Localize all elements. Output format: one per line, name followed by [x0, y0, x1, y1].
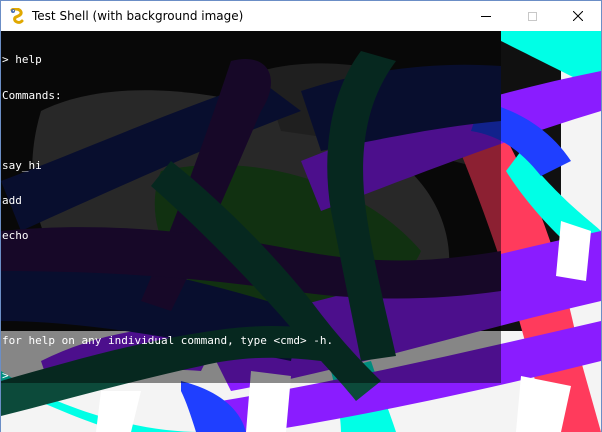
console-line: > help: [2, 53, 42, 67]
shell-client-area[interactable]: > help Commands: say_hi add echo for hel…: [1, 31, 601, 432]
shell-window: Test Shell (with background image) > hel…: [0, 0, 602, 432]
maximize-button[interactable]: [509, 1, 555, 31]
minimize-button[interactable]: [463, 1, 509, 31]
console-line: Commands:: [2, 88, 62, 102]
snake-icon: [10, 8, 24, 24]
console-prompt[interactable]: >: [2, 370, 500, 382]
minimize-icon: [481, 15, 491, 17]
console-line: say_hi: [2, 158, 42, 172]
window-title: Test Shell (with background image): [32, 9, 244, 23]
close-button[interactable]: [555, 1, 601, 31]
console-line: for help on any individual command, type…: [2, 334, 334, 348]
console-output[interactable]: > help Commands: say_hi add echo for hel…: [2, 31, 500, 383]
title-bar[interactable]: Test Shell (with background image): [1, 1, 601, 31]
console-line: echo: [2, 228, 29, 242]
console-line: add: [2, 193, 22, 207]
maximize-icon: [527, 11, 537, 21]
close-icon: [573, 11, 583, 21]
